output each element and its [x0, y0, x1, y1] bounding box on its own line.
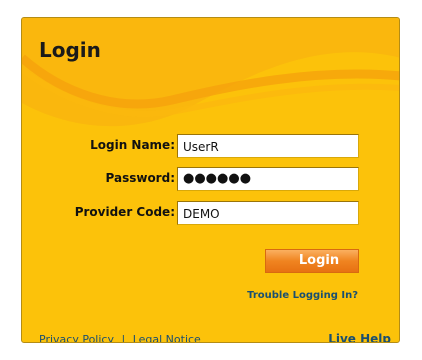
password-label: Password:	[105, 171, 176, 185]
login-name-label: Login Name:	[90, 138, 175, 152]
live-help-link[interactable]: Live Help	[328, 332, 391, 342]
legal-notice-link[interactable]: Legal Notice	[133, 333, 201, 342]
privacy-policy-link[interactable]: Privacy Policy	[39, 333, 114, 342]
login-name-row: Login Name: UserR	[22, 134, 399, 158]
footer-separator: |	[121, 333, 126, 343]
password-input[interactable]: ●●●●●●	[177, 167, 359, 191]
login-panel: Login Login Name: UserR Password: ●●●●●●…	[21, 17, 400, 343]
password-row: Password: ●●●●●●	[22, 167, 399, 191]
provider-code-row: Provider Code: DEMO	[22, 201, 399, 225]
trouble-logging-in-link[interactable]: Trouble Logging In?	[247, 290, 358, 301]
provider-code-label: Provider Code:	[74, 205, 175, 219]
login-name-input[interactable]: UserR	[177, 134, 359, 158]
page-title: Login	[39, 38, 101, 62]
login-button[interactable]: Login	[265, 249, 359, 273]
footer-links: Privacy Policy | Legal Notice	[39, 333, 201, 343]
provider-code-input[interactable]: DEMO	[177, 201, 359, 225]
